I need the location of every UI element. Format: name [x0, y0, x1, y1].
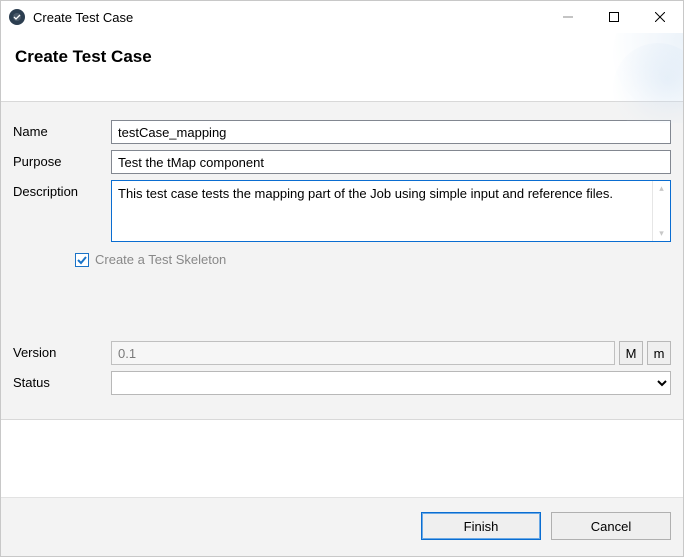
cancel-button[interactable]: Cancel: [551, 512, 671, 540]
form-area: Name Purpose Description ▴ ▾ Create a Te…: [1, 101, 683, 420]
window-controls: [545, 1, 683, 33]
version-minor-button[interactable]: m: [647, 341, 671, 365]
finish-button[interactable]: Finish: [421, 512, 541, 540]
dialog-footer: Finish Cancel: [1, 497, 683, 556]
status-select[interactable]: [111, 371, 671, 395]
description-label: Description: [13, 180, 111, 199]
dialog-heading: Create Test Case: [15, 47, 669, 67]
check-icon: [77, 255, 87, 265]
purpose-label: Purpose: [13, 150, 111, 169]
version-field: 0.1: [111, 341, 615, 365]
version-major-button[interactable]: M: [619, 341, 643, 365]
purpose-input[interactable]: [111, 150, 671, 174]
maximize-button[interactable]: [591, 1, 637, 33]
skeleton-row: Create a Test Skeleton: [75, 252, 671, 267]
description-field-wrap: ▴ ▾: [111, 180, 671, 242]
scroll-up-icon: ▴: [659, 184, 664, 193]
skeleton-checkbox[interactable]: [75, 253, 89, 267]
app-icon: [9, 9, 25, 25]
status-label: Status: [13, 371, 111, 390]
name-input[interactable]: [111, 120, 671, 144]
version-label: Version: [13, 341, 111, 360]
close-button[interactable]: [637, 1, 683, 33]
minimize-button[interactable]: [545, 1, 591, 33]
skeleton-label: Create a Test Skeleton: [95, 252, 226, 267]
name-label: Name: [13, 120, 111, 139]
scroll-down-icon: ▾: [659, 229, 664, 238]
description-textarea[interactable]: [112, 181, 652, 241]
dialog-header: Create Test Case: [1, 33, 683, 101]
textarea-scrollbar[interactable]: ▴ ▾: [652, 181, 670, 241]
version-value: 0.1: [118, 346, 136, 361]
titlebar: Create Test Case: [1, 1, 683, 33]
window-title: Create Test Case: [33, 10, 133, 25]
